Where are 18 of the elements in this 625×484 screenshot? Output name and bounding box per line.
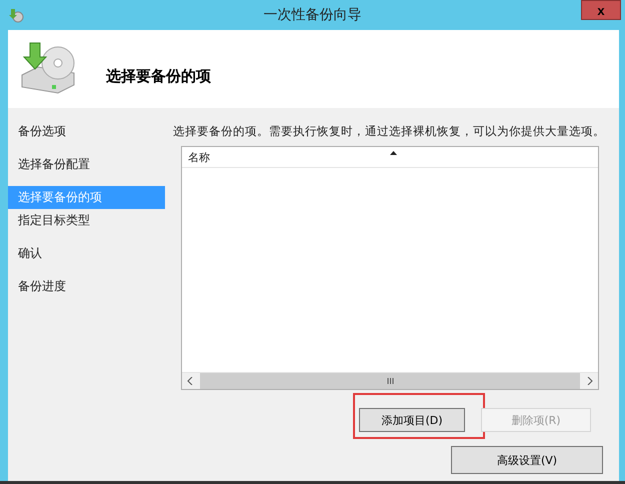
column-header[interactable]: 名称 [188, 150, 210, 164]
chevron-left-icon [187, 377, 193, 385]
chevron-right-icon [587, 377, 593, 385]
wizard-step[interactable]: 备份选项 [8, 120, 165, 143]
description-text: 选择要备份的项。需要执行恢复时，通过选择裸机恢复，可以为你提供大量选项。 [173, 124, 605, 139]
wizard-step[interactable]: 确认 [8, 242, 165, 265]
page-heading: 选择要备份的项 [106, 66, 211, 86]
wizard-step[interactable]: 备份进度 [8, 275, 165, 298]
wizard-step[interactable]: 选择备份配置 [8, 153, 165, 176]
items-list[interactable]: 名称 [181, 146, 599, 390]
add-item-button[interactable]: 添加项目(D) [359, 408, 465, 432]
sort-arrow-icon [390, 151, 397, 155]
backup-icon [8, 7, 24, 23]
close-button[interactable]: x [581, 0, 621, 20]
window-title: 一次性备份向导 [262, 6, 362, 24]
wizard-step[interactable]: 指定目标类型 [8, 209, 165, 232]
grip-icon [386, 378, 394, 384]
advanced-settings-button[interactable]: 高级设置(V) [451, 446, 603, 474]
